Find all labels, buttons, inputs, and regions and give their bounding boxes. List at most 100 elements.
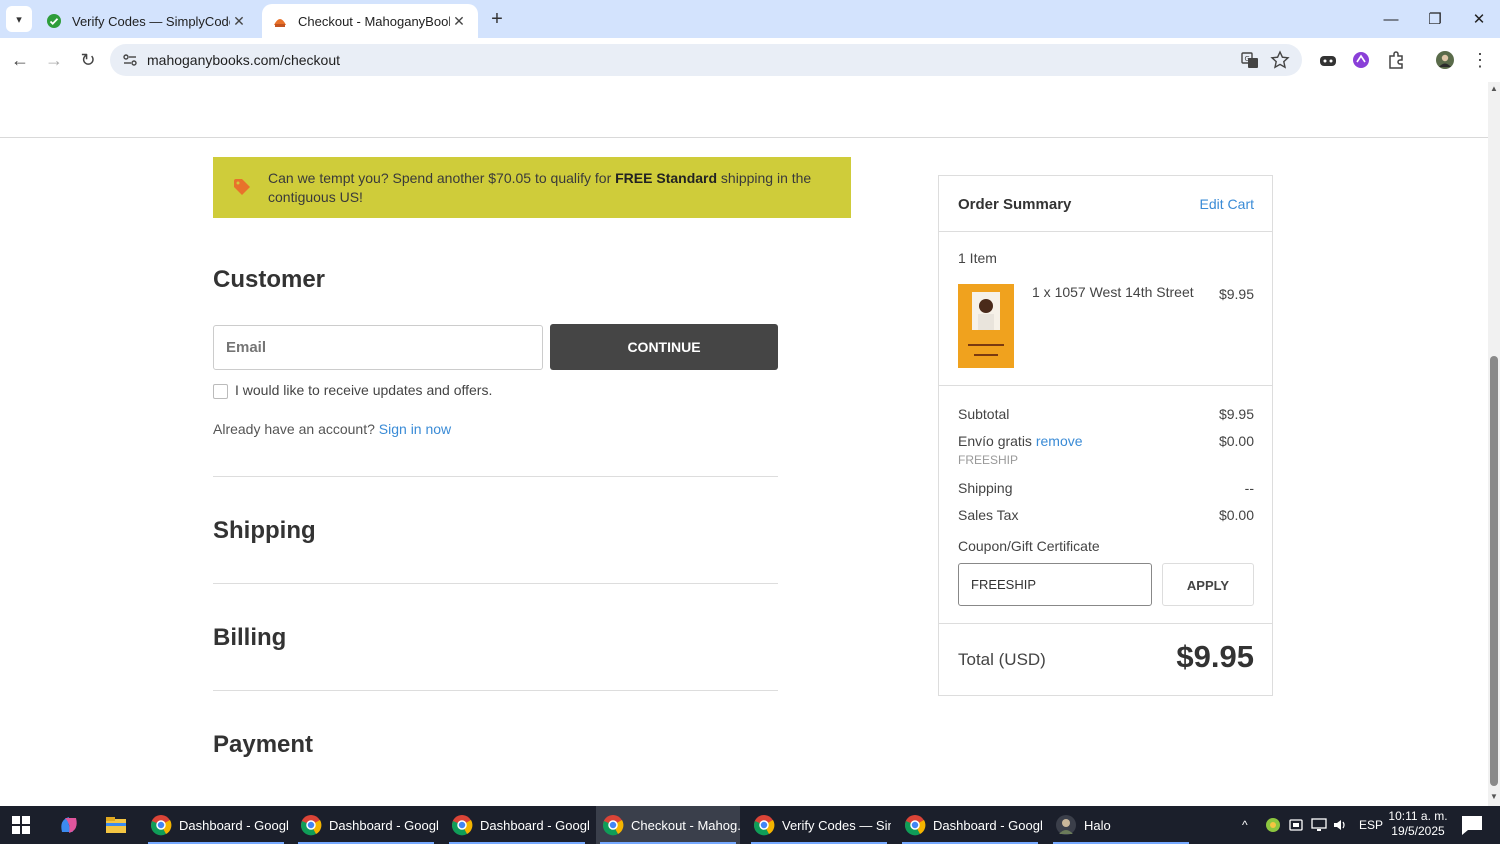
tray-app-icon[interactable] — [1265, 817, 1281, 833]
clock-time: 10:11 a. m. — [1388, 809, 1448, 823]
close-tab-icon[interactable]: ✕ — [450, 13, 468, 30]
subtotal-row: Subtotal $9.95 — [958, 406, 1254, 422]
edit-cart-link[interactable]: Edit Cart — [1200, 196, 1254, 212]
coupon-field[interactable] — [958, 563, 1152, 606]
tab-title: Verify Codes — SimplyCodes — [72, 13, 230, 29]
extensions-puzzle-icon[interactable] — [1386, 50, 1406, 70]
minimize-icon[interactable]: — — [1368, 0, 1414, 38]
discount-label: Envío gratis — [958, 433, 1032, 449]
sign-in-link[interactable]: Sign in now — [379, 421, 451, 437]
network-icon[interactable] — [1310, 817, 1328, 833]
bookmark-star-icon[interactable] — [1270, 50, 1290, 70]
show-hidden-icons-chevron-icon[interactable]: ^ — [1242, 806, 1248, 844]
windows-start-icon[interactable] — [12, 816, 30, 834]
total-value: $9.95 — [1176, 639, 1254, 674]
scrollbar-thumb[interactable] — [1490, 356, 1498, 786]
subtotal-value: $9.95 — [1218, 406, 1254, 422]
meet-now-icon[interactable] — [1288, 817, 1304, 833]
taskbar-item-title: Dashboard - Googl... — [179, 817, 288, 833]
billing-heading[interactable]: Billing — [213, 624, 286, 652]
order-summary-title: Order Summary — [958, 196, 1072, 213]
promo-text: Can we tempt you? Spend another $70.05 t… — [268, 170, 812, 205]
checkout-page: Can we tempt you? Spend another $70.05 t… — [0, 82, 1488, 806]
svg-text:G: G — [1245, 55, 1250, 63]
book-cover-image — [958, 284, 1014, 368]
notification-count-badge: 17 — [1467, 821, 1479, 832]
profile-avatar-icon[interactable] — [1435, 50, 1455, 70]
coupon-label: Coupon/Gift Certificate — [958, 538, 1100, 554]
discount-value: $0.00 — [1218, 433, 1254, 449]
taskbar-item[interactable]: Dashboard - Googl... — [144, 806, 288, 844]
forward-arrow-icon[interactable]: → — [41, 47, 67, 73]
chrome-icon — [603, 815, 624, 836]
subtotal-label: Subtotal — [958, 406, 1010, 422]
system-clock[interactable]: 10:11 a. m. 19/5/2025 — [1386, 809, 1450, 839]
windows-taskbar: Dashboard - Googl... Dashboard - Googl..… — [0, 806, 1500, 844]
taskbar-item-title: Dashboard - Googl... — [480, 817, 589, 833]
email-field[interactable] — [213, 325, 543, 370]
chrome-icon — [151, 815, 172, 836]
page-scrollbar[interactable]: ▲ ▼ — [1488, 82, 1500, 806]
shipping-heading[interactable]: Shipping — [213, 517, 316, 545]
total-label: Total (USD) — [958, 650, 1046, 669]
section-divider — [213, 476, 778, 477]
halo-app-icon — [1056, 815, 1076, 835]
account-prompt: Already have an account? Sign in now — [213, 421, 452, 437]
scroll-up-arrow-icon[interactable]: ▲ — [1489, 84, 1499, 93]
taskbar-item[interactable]: Dashboard - Googl... — [898, 806, 1042, 844]
close-window-icon[interactable]: ✕ — [1456, 0, 1500, 38]
section-divider — [213, 690, 778, 691]
payment-heading[interactable]: Payment — [213, 731, 313, 759]
volume-icon[interactable] — [1332, 817, 1348, 833]
remove-discount-link[interactable]: remove — [1036, 433, 1083, 449]
restore-icon[interactable]: ❐ — [1412, 0, 1458, 38]
chrome-icon — [301, 815, 322, 836]
items-count: 1 Item — [958, 250, 997, 266]
taskbar-item[interactable]: Verify Codes — Sim... — [747, 806, 891, 844]
chrome-icon — [452, 815, 473, 836]
browser-toolbar: ← → ↻ mahoganybooks.com/checkout G ⋮ — [0, 38, 1500, 82]
scroll-down-arrow-icon[interactable]: ▼ — [1489, 792, 1499, 801]
taskbar-item-title: Dashboard - Googl... — [329, 817, 438, 833]
shipping-row: Shipping -- — [958, 480, 1254, 496]
extension-purple-icon[interactable] — [1351, 50, 1371, 70]
taskbar-item-active[interactable]: Checkout - Mahog... — [596, 806, 740, 844]
back-arrow-icon[interactable]: ← — [7, 47, 33, 73]
order-summary: Order Summary Edit Cart 1 Item 1 x 1057 … — [938, 175, 1273, 696]
taskbar-item[interactable]: Dashboard - Googl... — [445, 806, 589, 844]
continue-button[interactable]: CONTINUE — [550, 324, 778, 370]
customer-heading: Customer — [213, 266, 326, 293]
clock-date: 19/5/2025 — [1391, 824, 1445, 838]
close-tab-icon[interactable]: ✕ — [230, 13, 248, 30]
newsletter-checkbox-label: I would like to receive updates and offe… — [235, 382, 493, 398]
chrome-icon — [754, 815, 775, 836]
tab-mahoganybooks[interactable]: Checkout - MahoganyBooks ✕ — [262, 4, 478, 38]
taskbar-item[interactable]: Halo — [1049, 806, 1193, 844]
section-divider — [213, 583, 778, 584]
translate-icon[interactable]: G — [1240, 50, 1260, 70]
tab-search-chevron-icon[interactable]: ▾ — [6, 6, 32, 32]
tax-value: $0.00 — [1218, 507, 1254, 523]
site-settings-icon[interactable] — [122, 52, 138, 68]
free-shipping-banner: Can we tempt you? Spend another $70.05 t… — [213, 157, 851, 218]
new-tab-plus-icon[interactable]: + — [484, 6, 510, 32]
taskbar-item-title: Checkout - Mahog... — [631, 817, 740, 833]
taskbar-item-title: Dashboard - Googl... — [933, 817, 1042, 833]
simplycodes-favicon-icon — [47, 14, 61, 28]
url-text: mahoganybooks.com/checkout — [147, 52, 340, 68]
copilot-icon[interactable] — [56, 812, 82, 838]
taskbar-item[interactable]: Dashboard - Googl... — [294, 806, 438, 844]
shipping-value: -- — [1244, 480, 1254, 496]
price-tag-icon — [234, 179, 250, 195]
browser-menu-icon[interactable]: ⋮ — [1467, 47, 1493, 73]
address-bar[interactable]: mahoganybooks.com/checkout G — [110, 44, 1302, 76]
apply-coupon-button[interactable]: APPLY — [1162, 563, 1254, 606]
tab-title: Checkout - MahoganyBooks — [298, 13, 450, 29]
reload-icon[interactable]: ↻ — [75, 47, 101, 73]
discount-row: Envío gratis remove $0.00 — [958, 433, 1254, 449]
tab-simplycodes[interactable]: Verify Codes — SimplyCodes ✕ — [36, 4, 258, 38]
input-language[interactable]: ESP — [1359, 806, 1383, 844]
newsletter-checkbox[interactable] — [213, 384, 228, 399]
file-explorer-icon[interactable] — [103, 812, 129, 838]
extension-gamepad-icon[interactable] — [1318, 50, 1338, 70]
